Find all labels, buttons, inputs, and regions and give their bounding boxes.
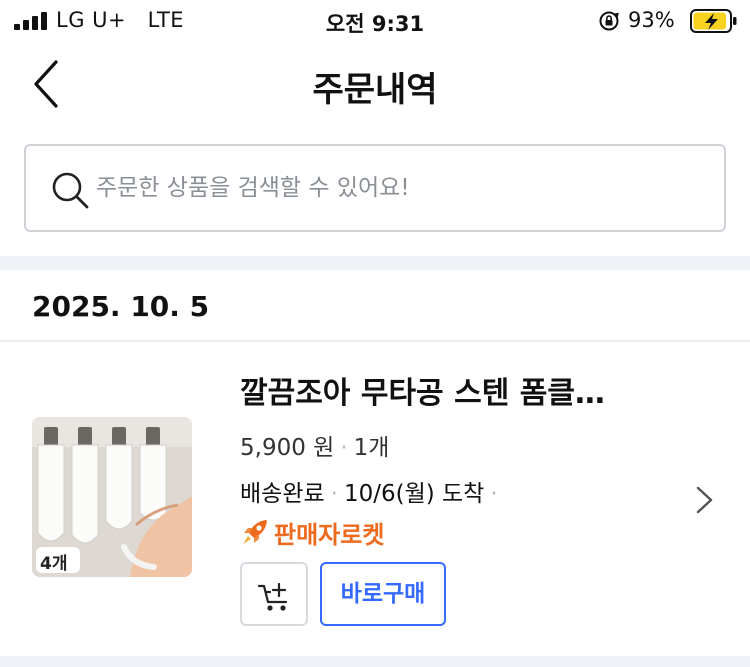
delivery-info-line: 배송완료 · 10/6(월) 도착 · — [240, 474, 504, 508]
separator-dot: · — [490, 481, 498, 507]
pack-count-badge: 4개 — [40, 554, 68, 574]
seller-rocket-badge: 판매자로켓 — [240, 516, 385, 549]
battery-charging-icon — [690, 9, 737, 33]
order-date-divider — [0, 340, 750, 342]
add-to-cart-icon — [257, 582, 288, 611]
search-icon — [52, 172, 89, 209]
order-detail-link[interactable] — [690, 480, 720, 520]
separator-dot: · — [340, 435, 348, 461]
status-bar: LG U+ LTE 오전 9:31 93% — [0, 0, 750, 40]
buy-now-button[interactable]: 바로구매 — [320, 562, 446, 626]
chevron-right-icon — [696, 486, 713, 514]
top-navigation: 주문내역 — [0, 40, 750, 130]
product-quantity: 1개 — [353, 435, 390, 461]
order-search-box[interactable] — [24, 144, 726, 232]
section-divider-bottom — [0, 656, 750, 667]
price-quantity-line: 5,900 원 · 1개 — [240, 428, 389, 462]
page-title: 주문내역 — [312, 70, 438, 110]
delivery-status: 배송완료 — [240, 481, 325, 507]
order-history-screen: LG U+ LTE 오전 9:31 93% 주문내역 주문한 상품을 검색할 수… — [0, 0, 750, 667]
search-input[interactable] — [96, 162, 696, 214]
separator-dot: · — [330, 481, 338, 507]
order-date: 2025. 10. 5 — [32, 290, 210, 323]
battery-percentage: 93% — [628, 8, 675, 32]
product-name[interactable]: 깔끔조아 무타공 스텐 폼클… — [240, 368, 660, 412]
rocket-label: 판매자로켓 — [274, 520, 385, 549]
arrival-date: 10/6(월) 도착 — [343, 481, 485, 507]
add-to-cart-button[interactable] — [240, 562, 308, 626]
product-thumbnail[interactable]: 4개 — [32, 417, 192, 577]
product-price: 5,900 원 — [240, 435, 335, 461]
orientation-lock-icon — [599, 11, 619, 31]
rocket-icon — [243, 520, 267, 544]
section-divider — [0, 256, 750, 270]
